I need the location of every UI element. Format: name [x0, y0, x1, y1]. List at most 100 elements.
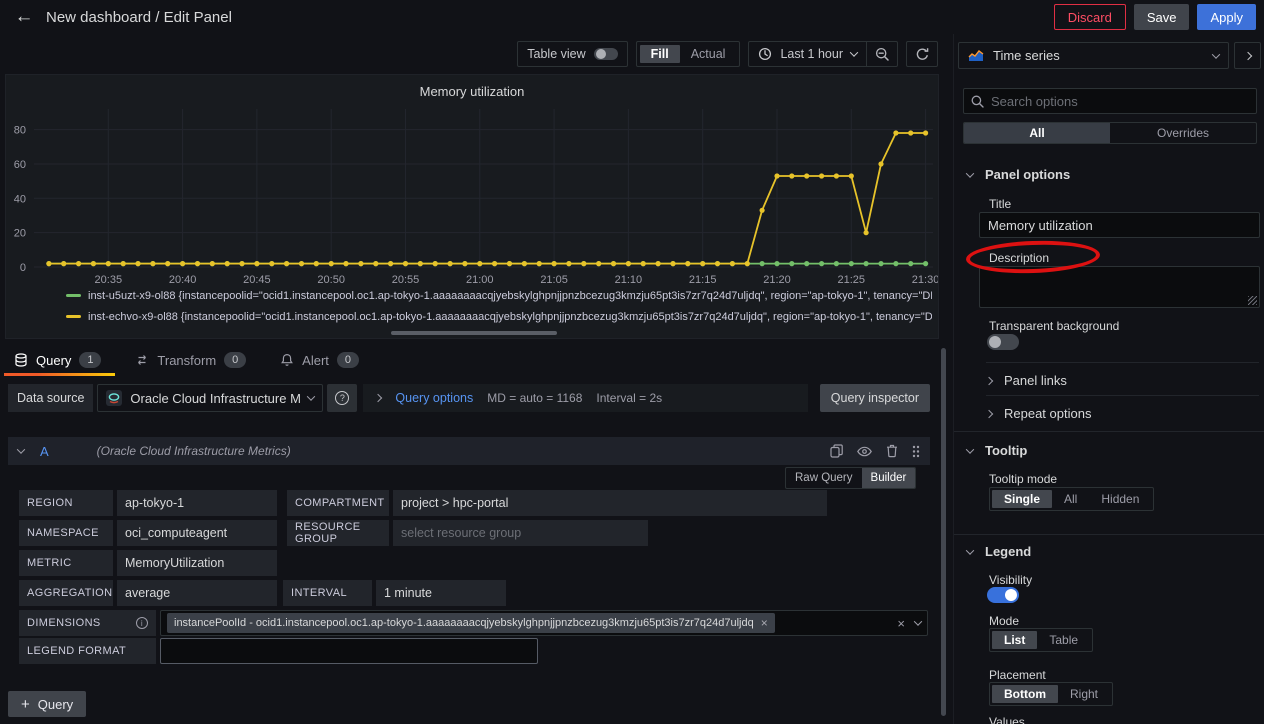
- drag-handle-icon[interactable]: [912, 445, 920, 458]
- metric-label: METRIC: [19, 550, 113, 576]
- legend-format-input[interactable]: [160, 638, 538, 664]
- query-datasource-hint: (Oracle Cloud Infrastructure Metrics): [97, 444, 291, 458]
- svg-text:80: 80: [14, 125, 26, 137]
- chevron-right-icon: [985, 409, 993, 417]
- toggle-options-pane-button[interactable]: [1234, 42, 1261, 69]
- legend-table-option[interactable]: Table: [1037, 631, 1090, 649]
- clear-all-icon[interactable]: ×: [897, 616, 905, 631]
- dimensions-multiselect[interactable]: instancePoolId - ocid1.instancepool.oc1.…: [160, 610, 928, 636]
- panel-links-section[interactable]: Panel links: [986, 373, 1067, 388]
- svg-text:20:45: 20:45: [243, 274, 271, 286]
- max-datapoints-text: MD = auto = 1168: [487, 391, 582, 405]
- legend-placement-switch: Bottom Right: [989, 682, 1113, 706]
- datasource-select[interactable]: Oracle Cloud Infrastructure Metrics: [97, 384, 323, 412]
- chevron-down-icon: [1212, 50, 1220, 58]
- add-query-button[interactable]: + Query: [8, 691, 86, 717]
- svg-text:21:20: 21:20: [763, 274, 791, 286]
- legend-item[interactable]: inst-u5uzt-x9-ol88 {instancepoolid="ocid…: [66, 287, 932, 304]
- svg-text:21:10: 21:10: [615, 274, 643, 286]
- form-row-metric: METRIC MemoryUtilization: [19, 550, 277, 576]
- svg-text:21:05: 21:05: [540, 274, 568, 286]
- tab-count-badge: 0: [337, 352, 359, 368]
- apply-button[interactable]: Apply: [1197, 4, 1256, 30]
- save-button[interactable]: Save: [1134, 4, 1190, 30]
- help-icon: ?: [335, 391, 349, 405]
- datasource-help-button[interactable]: ?: [327, 384, 357, 412]
- query-row-header[interactable]: A (Oracle Cloud Infrastructure Metrics): [8, 437, 930, 465]
- tooltip-section-header[interactable]: Tooltip: [967, 443, 1027, 458]
- legend-list-option[interactable]: List: [992, 631, 1037, 649]
- region-select[interactable]: ap-tokyo-1: [117, 490, 277, 516]
- tab-query[interactable]: Query 1: [14, 346, 101, 374]
- placement-bottom-option[interactable]: Bottom: [992, 685, 1058, 703]
- transparent-bg-toggle[interactable]: [987, 334, 1019, 350]
- zoom-out-icon[interactable]: [867, 42, 897, 66]
- filter-tab-overrides[interactable]: Overrides: [1110, 123, 1256, 143]
- resize-grip-icon[interactable]: [1248, 296, 1257, 305]
- query-options-link[interactable]: Query options: [395, 391, 473, 405]
- chart-title: Memory utilization: [6, 84, 938, 99]
- tab-alert[interactable]: Alert 0: [280, 346, 359, 374]
- options-search-input[interactable]: [991, 94, 1249, 109]
- form-row-region: REGION ap-tokyo-1 COMPARTMENT project > …: [19, 490, 827, 516]
- filter-tab-all[interactable]: All: [964, 123, 1110, 143]
- chevron-right-icon: [1243, 51, 1251, 59]
- visualization-select[interactable]: Time series: [958, 42, 1229, 69]
- metric-select[interactable]: MemoryUtilization: [117, 550, 277, 576]
- actual-option[interactable]: Actual: [680, 45, 737, 63]
- tooltip-mode-switch: Single All Hidden: [989, 487, 1154, 511]
- form-row-dimensions: DIMENSIONS i instancePoolId - ocid1.inst…: [19, 610, 928, 636]
- options-sidebar: Time series All Overrides Panel options …: [953, 34, 1264, 724]
- namespace-select[interactable]: oci_computeagent: [117, 520, 277, 546]
- chevron-down-icon: [966, 546, 974, 554]
- interval-select[interactable]: 1 minute: [376, 580, 506, 606]
- raw-query-option[interactable]: Raw Query: [786, 468, 862, 488]
- svg-text:20:55: 20:55: [392, 274, 420, 286]
- back-arrow-icon[interactable]: ←: [10, 3, 38, 31]
- hide-query-eye-icon[interactable]: [857, 446, 872, 457]
- raw-query-builder-switch: Raw Query Builder: [785, 467, 916, 489]
- legend-section-header[interactable]: Legend: [967, 544, 1031, 559]
- editor-scrollbar-vertical[interactable]: [941, 348, 946, 716]
- plus-icon: +: [21, 696, 30, 713]
- interval-label: INTERVAL: [283, 580, 372, 606]
- time-range-picker[interactable]: Last 1 hour: [749, 47, 866, 61]
- page-title: New dashboard / Edit Panel: [46, 9, 232, 26]
- svg-text:20: 20: [14, 228, 26, 240]
- panel-options-header[interactable]: Panel options: [967, 167, 1070, 182]
- legend-scrollbar-horizontal[interactable]: [391, 331, 557, 335]
- title-field-label: Title: [989, 197, 1011, 211]
- tab-transform[interactable]: Transform 0: [135, 346, 246, 374]
- transform-icon: [135, 353, 149, 367]
- refresh-icon[interactable]: [907, 42, 937, 66]
- legend-series-name[interactable]: inst-u5uzt-x9-ol88 {instancepoolid="ocid…: [88, 290, 932, 302]
- placement-right-option[interactable]: Right: [1058, 685, 1110, 703]
- legend-series-name[interactable]: inst-echvo-x9-ol88 {instancepoolid="ocid…: [88, 311, 932, 323]
- region-label: REGION: [19, 490, 113, 516]
- options-search[interactable]: [963, 88, 1257, 114]
- tooltip-all-option[interactable]: All: [1052, 490, 1089, 508]
- tooltip-single-option[interactable]: Single: [992, 490, 1052, 508]
- compartment-select[interactable]: project > hpc-portal: [393, 490, 827, 516]
- legend-format-label: LEGEND FORMAT: [19, 638, 156, 664]
- builder-option[interactable]: Builder: [862, 468, 916, 488]
- resource-group-select[interactable]: select resource group: [393, 520, 648, 546]
- aggregation-select[interactable]: average: [117, 580, 277, 606]
- legend-visibility-toggle[interactable]: [987, 587, 1019, 603]
- delete-query-trash-icon[interactable]: [886, 444, 898, 458]
- discard-button[interactable]: Discard: [1054, 4, 1126, 30]
- collapse-chevron-icon[interactable]: [17, 445, 25, 453]
- legend-item[interactable]: inst-echvo-x9-ol88 {instancepoolid="ocid…: [66, 308, 932, 325]
- fill-option[interactable]: Fill: [640, 45, 680, 63]
- table-view-toggle[interactable]: [594, 48, 618, 60]
- repeat-options-section[interactable]: Repeat options: [986, 406, 1091, 421]
- visualization-name: Time series: [993, 48, 1204, 63]
- panel-title-input[interactable]: [979, 212, 1260, 238]
- time-series-chart[interactable]: 02040608020:3520:4020:4520:5020:5521:002…: [6, 101, 939, 287]
- remove-tag-icon[interactable]: ×: [761, 616, 768, 630]
- query-inspector-button[interactable]: Query inspector: [820, 384, 930, 412]
- duplicate-query-icon[interactable]: [830, 444, 843, 458]
- panel-description-textarea[interactable]: [979, 266, 1260, 308]
- legend-placement-label: Placement: [989, 668, 1046, 682]
- tooltip-hidden-option[interactable]: Hidden: [1089, 490, 1151, 508]
